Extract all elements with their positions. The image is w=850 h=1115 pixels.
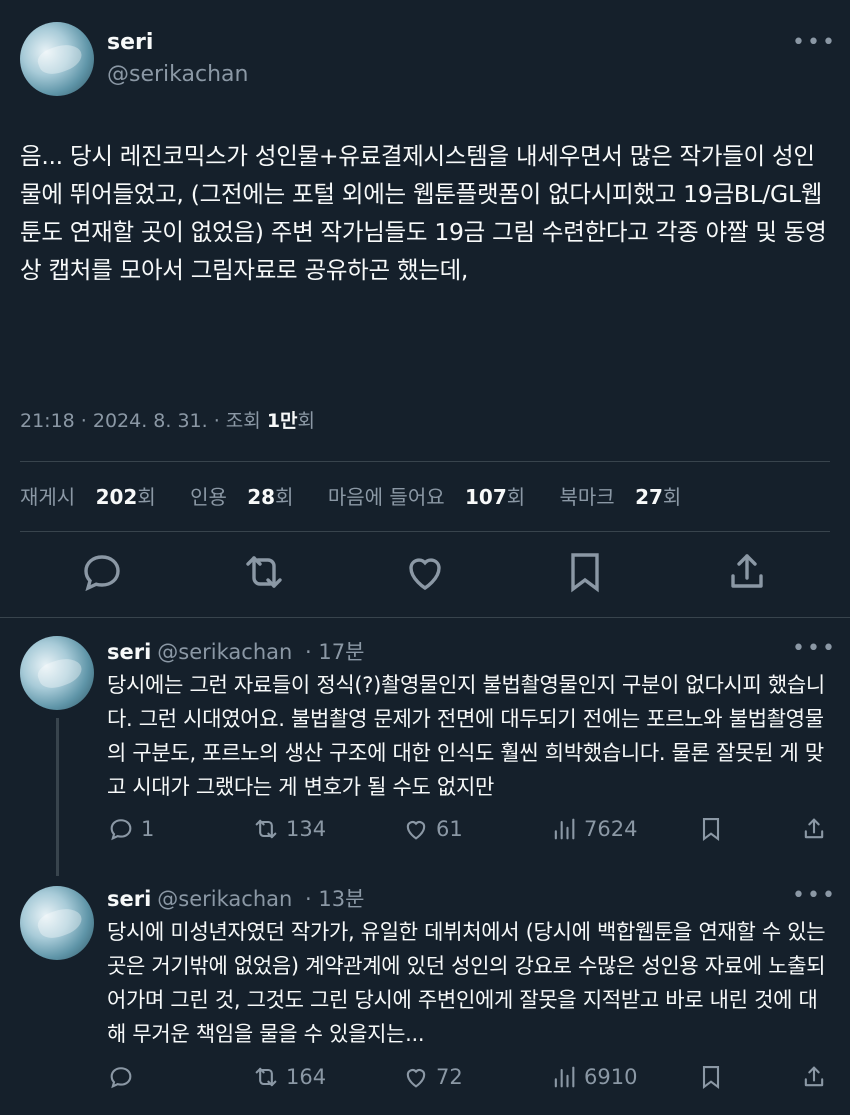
reply-avatar[interactable] — [20, 636, 94, 710]
tweet-text: 음... 당시 레진코믹스가 성인물+유료결제시스템을 내세우면서 많은 작가들… — [20, 142, 827, 284]
reply-dot: · — [298, 887, 319, 911]
like-count: 61 — [436, 817, 463, 841]
bookmark-unit: 회 — [662, 485, 682, 509]
reply-icon[interactable] — [78, 548, 126, 600]
like-icon — [406, 821, 426, 840]
reply-action-bar: 164 72 6910 — [107, 1063, 832, 1097]
like-count: 107 — [464, 485, 507, 509]
like-icon — [406, 1069, 426, 1088]
avatar[interactable] — [20, 22, 94, 96]
share-icon[interactable] — [723, 548, 771, 600]
like-count: 72 — [436, 1065, 463, 1089]
view-count: 1만 — [266, 410, 298, 432]
reply-text: 당시에 미성년자였던 작가가, 유일한 데뷔처에서 (당시에 백합웹툰을 연재할… — [107, 920, 826, 1046]
more-options-icon[interactable]: ••• — [792, 30, 837, 55]
bookmark-icon — [702, 818, 720, 842]
share-icon — [804, 818, 824, 839]
like-stat[interactable]: 마음에 들어요 107회 — [328, 485, 539, 509]
retweet-icon — [255, 1067, 277, 1087]
divider — [0, 617, 850, 618]
bookmark-icon[interactable] — [561, 548, 609, 600]
reply-count: 1 — [141, 817, 155, 841]
like-label: 마음에 들어요 — [327, 485, 445, 509]
share-button[interactable] — [800, 815, 828, 843]
quote-stat[interactable]: 인용 28회 — [190, 485, 307, 509]
like-unit: 회 — [506, 485, 526, 509]
view-count: 6910 — [584, 1065, 638, 1089]
quote-label: 인용 — [190, 485, 227, 509]
views-icon — [554, 1066, 575, 1088]
reply-icon — [110, 819, 132, 841]
quote-count: 28 — [247, 485, 276, 509]
reply-action-bar: 1 134 61 7624 — [107, 815, 832, 849]
reply-author-name: seri — [107, 640, 152, 664]
views-icon — [554, 818, 575, 840]
tweet-timestamp: 21:18 · 2024. 8. 31. · 조회 1만회 — [20, 406, 315, 433]
reply-time[interactable]: 17분 — [318, 640, 364, 664]
author-name[interactable]: seri — [107, 30, 153, 55]
reply-dot: · — [298, 640, 319, 664]
thread-connector — [56, 718, 59, 876]
reply-author[interactable]: seri @serikachan · 13분 — [107, 883, 364, 913]
bookmark-stat[interactable]: 북마크 27회 — [560, 485, 696, 509]
divider — [20, 461, 830, 462]
view-count: 7624 — [584, 817, 638, 841]
share-button[interactable] — [800, 1063, 828, 1091]
retweet-count: 164 — [286, 1065, 327, 1089]
reply-author-handle: @serikachan — [157, 887, 293, 911]
retweet-icon — [255, 819, 277, 839]
like-icon[interactable] — [401, 548, 449, 600]
retweet-count: 202 — [95, 485, 138, 509]
retweet-stat[interactable]: 재게시 202회 — [20, 485, 170, 509]
views-button[interactable]: 6910 — [550, 1063, 637, 1091]
reply-author-name: seri — [107, 887, 152, 911]
retweet-count: 134 — [286, 817, 327, 841]
bookmark-button[interactable] — [697, 815, 725, 843]
views-button[interactable]: 7624 — [550, 815, 637, 843]
bookmark-count: 27 — [635, 485, 663, 509]
author-handle[interactable]: @serikachan — [107, 62, 248, 87]
quote-unit: 회 — [275, 485, 294, 509]
reply-author-handle: @serikachan — [157, 640, 293, 664]
retweet-unit: 회 — [137, 485, 156, 509]
reply-time[interactable]: 13분 — [318, 887, 364, 911]
reply-button[interactable] — [107, 1063, 141, 1091]
view-suffix: 회 — [297, 410, 316, 432]
reply-button[interactable]: 1 — [107, 815, 154, 843]
like-button[interactable]: 61 — [402, 815, 463, 843]
reply-author[interactable]: seri @serikachan · 17분 — [107, 636, 364, 666]
more-options-icon[interactable]: ••• — [792, 636, 837, 661]
reply-text: 당시에는 그런 자료들이 정식(?)촬영물인지 불법촬영물인지 구분이 없다시피… — [107, 673, 825, 799]
retweet-button[interactable]: 134 — [252, 815, 326, 843]
retweet-button[interactable]: 164 — [252, 1063, 326, 1091]
timestamp-text[interactable]: 21:18 · 2024. 8. 31. · 조회 — [20, 410, 261, 432]
divider — [20, 531, 830, 532]
reply-avatar[interactable] — [20, 886, 94, 960]
tweet-action-bar — [0, 548, 850, 604]
reply-icon — [110, 1067, 132, 1089]
more-options-icon[interactable]: ••• — [792, 883, 837, 908]
bookmark-button[interactable] — [697, 1063, 725, 1091]
bookmark-label: 북마크 — [559, 485, 615, 509]
share-icon — [804, 1066, 824, 1087]
retweet-label: 재게시 — [20, 485, 76, 509]
like-button[interactable]: 72 — [402, 1063, 463, 1091]
engagement-stats: 재게시 202회 인용 28회 마음에 들어요 107회 북마크 27회 — [20, 481, 709, 510]
bookmark-icon — [702, 1066, 720, 1090]
retweet-icon[interactable] — [240, 548, 288, 600]
